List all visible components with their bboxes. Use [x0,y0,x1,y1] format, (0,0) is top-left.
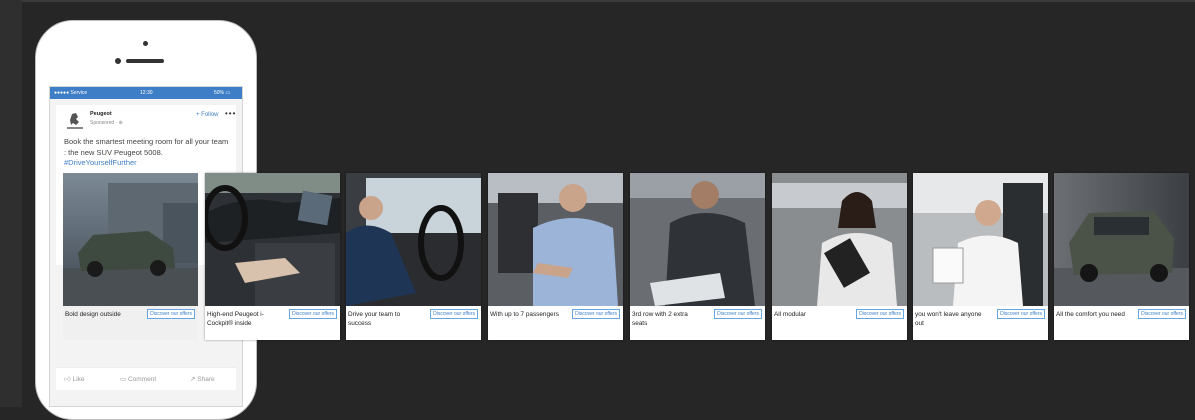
camera-dot [143,41,148,46]
carousel-card-2[interactable]: High-end Peugeot i-Cockpit® inside Disco… [205,173,340,340]
passenger-image [488,173,623,306]
discover-offers-button[interactable]: Discover our offers [430,309,478,319]
discover-offers-button[interactable]: Discover our offers [572,309,620,319]
discover-offers-button[interactable]: Discover our offers [147,309,195,319]
discover-offers-button[interactable]: Discover our offers [289,309,337,319]
left-edge-panel [0,0,22,407]
note-taking-image [913,173,1048,306]
rear-seat-image [630,173,765,306]
share-button[interactable]: ↗ Share [190,375,215,383]
cockpit-image [205,173,340,306]
woman-image [772,173,907,306]
carousel-card-1[interactable]: Bold design outside Discover our offers [63,173,198,340]
carousel-card-5[interactable]: 3rd row with 2 extra seats Discover our … [630,173,765,340]
carousel-card-3[interactable]: Drive your team to success Discover our … [346,173,481,340]
card-caption: High-end Peugeot i-Cockpit® inside [207,311,264,327]
post-body: Book the smartest meeting room for all y… [64,137,229,157]
like-label: Like [72,376,85,383]
top-edge [0,0,1195,2]
peugeot-logo-icon [64,111,86,131]
carrier-signal: ●●●●● Service [54,90,88,96]
follow-button[interactable]: + Follow [196,112,219,118]
brand-name[interactable]: Peugeot [90,111,112,117]
carousel-card-6[interactable]: All modular Discover our offers [772,173,907,340]
discover-offers-button[interactable]: Discover our offers [1138,309,1186,319]
card-caption: All the comfort you need [1056,311,1125,318]
hashtag-link[interactable]: #DriveYourselfFurther [64,158,232,169]
comment-button[interactable]: ▭ Comment [120,375,156,383]
battery-status: 50% ▭ [214,90,231,96]
carousel-card-8[interactable]: All the comfort you need Discover our of… [1054,173,1189,340]
sponsored-label: Sponsored · ⊕ [90,120,123,126]
car-driving-image [1054,173,1189,306]
card-caption: Bold design outside [65,311,121,318]
thumbs-up-icon: 👍︎ [64,376,73,383]
like-button[interactable]: 👍︎ Like [64,375,85,383]
post-actions-bar: 👍︎ Like ▭ Comment ↗ Share [56,367,236,390]
carousel-card-7[interactable]: you won't leave anyone out Discover our … [913,173,1048,340]
speaker-grille [126,59,164,63]
driver-image [346,173,481,306]
comment-icon: ▭ [120,376,128,383]
post-text: Book the smartest meeting room for all y… [64,137,232,169]
discover-offers-button[interactable]: Discover our offers [997,309,1045,319]
card-caption: Drive your team to success [348,311,401,327]
discover-offers-button[interactable]: Discover our offers [714,309,762,319]
status-time: 12:30 [140,90,153,96]
sensor-dot [115,58,121,64]
car-exterior-image [63,173,198,306]
carousel-card-4[interactable]: With up to 7 passengers Discover our off… [488,173,623,340]
status-bar: ●●●●● Service 12:30 50% ▭ [50,87,242,99]
more-options-icon[interactable]: ••• [225,109,236,118]
share-label: Share [197,376,215,383]
comment-label: Comment [127,376,157,383]
discover-offers-button[interactable]: Discover our offers [856,309,904,319]
card-caption: 3rd row with 2 extra seats [632,311,688,327]
card-caption: With up to 7 passengers [490,311,559,318]
card-caption: All modular [774,311,806,318]
card-caption: you won't leave anyone out [915,311,982,327]
